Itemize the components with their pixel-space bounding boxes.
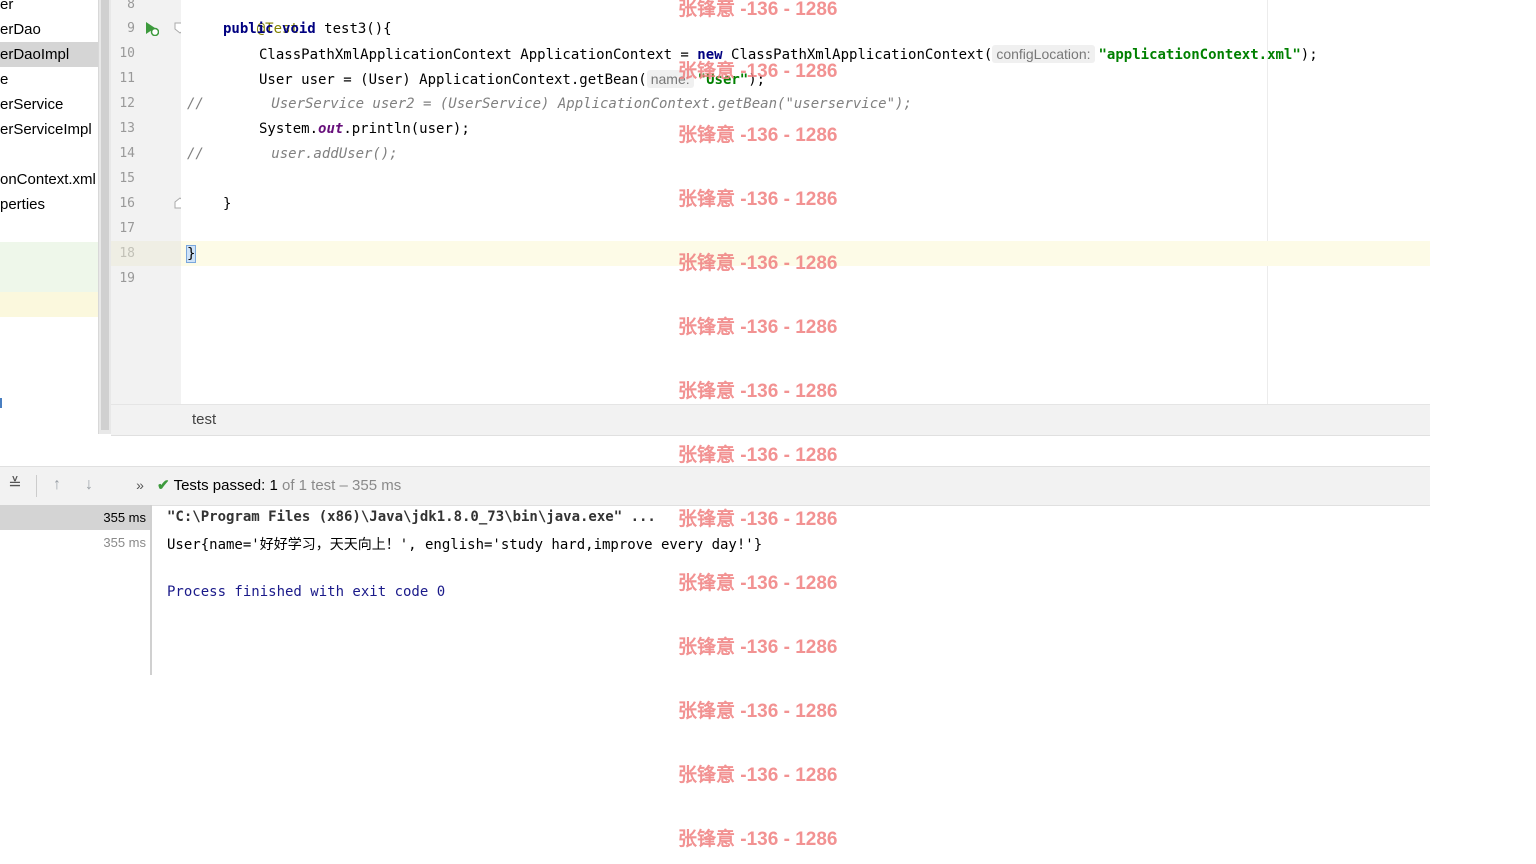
code-line-13: System.out.println(user); [259,117,470,142]
editor-breadcrumb[interactable]: test [111,404,1430,436]
code-text: .println(user); [343,121,470,137]
line-number: 13 [119,121,135,136]
check-icon: ✔ [157,477,170,494]
previous-failed-test-icon[interactable]: ↑ [48,476,66,494]
test-root-duration: 355 ms [103,510,146,525]
tree-scrollbar-thumb[interactable] [101,0,109,430]
parameter-hint: configLocation: [992,45,1095,63]
matched-brace: } [185,245,197,263]
code-text: System. [259,121,319,137]
console-process-finished: Process finished with exit code 0 [167,584,446,600]
tree-item-userserviceimpl[interactable]: erServiceImpl [0,117,98,142]
tree-item-e[interactable]: e [0,67,98,92]
status-suffix: of 1 test – 355 ms [281,477,402,494]
next-failed-test-icon[interactable]: ↓ [80,476,98,494]
breadcrumb-method[interactable]: test [192,411,216,428]
method-signature: test3(){ [315,21,392,37]
more-actions-icon[interactable]: » [131,476,149,494]
line-number: 16 [119,196,135,211]
console-command: "C:\Program Files (x86)\Java\jdk1.8.0_73… [167,509,656,525]
watermark-text: 张锋意 -136 - 1286 [678,125,838,146]
line-number: 9 [127,21,135,36]
watermark-text: 张锋意 -136 - 1286 [678,381,838,402]
tree-item-userdao[interactable]: erDao [0,17,98,42]
code-line-14: // user.addUser(); [187,146,398,162]
status-prefix: Tests passed: [173,477,266,494]
tree-vcs-modified-region [0,292,98,317]
editor-gutter: 8 9 10 11 12 13 14 15 16 17 18 19 [111,0,186,404]
run-toolbar: ≚ ↑ ↓ » ✔ Tests passed: 1 of 1 test – 355… [0,466,1430,506]
toolbar-separator [36,475,37,497]
tree-item-applicationcontext-xml[interactable]: onContext.xml [0,167,98,192]
watermark-text: 张锋意 -136 - 1286 [678,509,838,530]
line-number: 10 [119,46,135,61]
watermark-text: 张锋意 -136 - 1286 [678,61,838,82]
watermark-text: 张锋意 -136 - 1286 [678,637,838,658]
project-tree: er erDao erDaoImpl e erService erService… [0,0,98,434]
tree-item-user[interactable]: er [0,0,98,17]
watermark-text: 张锋意 -136 - 1286 [678,765,838,786]
code-line-8: @Test [223,0,299,37]
code-line-18: } [185,242,197,267]
line-number: 19 [119,271,135,286]
current-line-gutter-highlight [111,241,181,266]
collapse-all-icon[interactable]: ≚ [6,476,24,494]
watermark-text: 张锋意 -136 - 1286 [678,189,838,210]
watermark-text: 张锋意 -136 - 1286 [678,573,838,594]
code-line-12: // UserService user2 = (UserService) App… [187,96,912,112]
run-test-icon[interactable] [143,20,159,36]
string-literal: "applicationContext.xml" [1098,47,1301,63]
console-output: User{name='好好学习，天天向上！', english='study h… [167,537,763,553]
passed-count: 1 [269,477,278,494]
line-number: 15 [119,171,135,186]
line-number: 8 [127,0,135,12]
code-line-16: } [223,196,232,212]
watermark-text: 张锋意 -136 - 1286 [678,701,838,722]
keyword-void: void [282,21,316,37]
code-text: User user = (User) ApplicationContext.ge… [259,72,647,88]
tree-partial-icon [0,398,6,408]
line-number: 12 [119,96,135,111]
keyword-public: public [223,21,274,37]
tree-item-userservice[interactable]: erService [0,92,98,117]
line-number: 11 [119,71,135,86]
tree-item-properties[interactable]: perties [0,192,98,217]
watermark-text: 张锋意 -136 - 1286 [678,317,838,338]
line-number: 14 [119,146,135,161]
watermark-text: 张锋意 -136 - 1286 [678,253,838,274]
tests-status: ✔ Tests passed: 1 of 1 test – 355 ms [157,476,401,494]
code-text: ClassPathXmlApplicationContext Applicati… [259,47,698,63]
static-field: out [318,121,344,137]
code-line-9: public void test3(){ [223,17,392,42]
watermark-text: 张锋意 -136 - 1286 [678,0,838,20]
tree-vcs-added-region [0,242,98,292]
line-number: 17 [119,221,135,236]
test-results-tree[interactable]: 355 ms 355 ms [0,505,152,675]
watermark-text: 张锋意 -136 - 1286 [678,829,838,850]
test-duration: 355 ms [103,535,146,550]
watermark-text: 张锋意 -136 - 1286 [678,445,838,466]
tree-item-userdaoimpl[interactable]: erDaoImpl [0,42,98,67]
tree-scrollbar[interactable] [98,0,111,434]
code-text: ); [1300,47,1318,63]
